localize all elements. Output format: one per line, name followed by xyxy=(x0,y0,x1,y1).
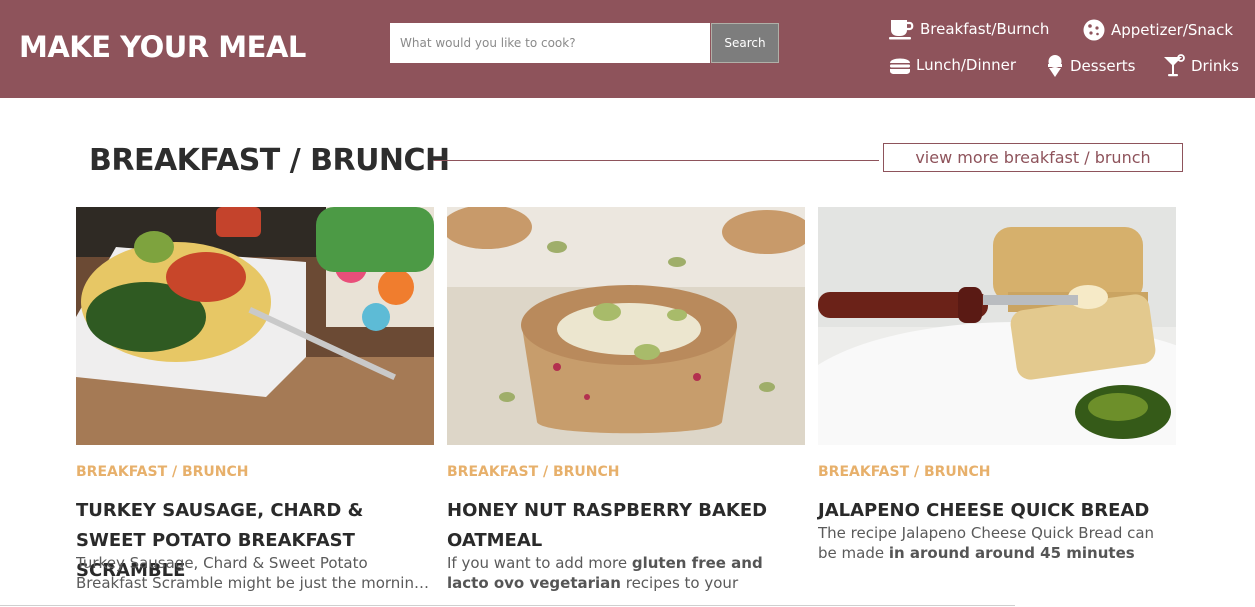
nav-item-desserts[interactable]: Desserts xyxy=(1045,54,1136,78)
recipe-card: BREAKFAST / BRUNCH HONEY NUT RASPBERRY B… xyxy=(447,207,805,607)
recipe-image-turkey-scramble[interactable] xyxy=(76,207,434,445)
nav-label-appetizer: Appetizer/Snack xyxy=(1111,21,1234,39)
coffee-cup-icon xyxy=(889,18,915,40)
nav-label-lunch: Lunch/Dinner xyxy=(916,56,1017,74)
nav-item-appetizer[interactable]: Appetizer/Snack xyxy=(1082,18,1233,42)
nav-label-drinks: Drinks xyxy=(1191,57,1239,75)
recipe-image-baked-oatmeal[interactable] xyxy=(447,207,805,445)
search-button[interactable]: Search xyxy=(711,23,779,63)
site-logo[interactable]: MAKE YOUR MEAL xyxy=(19,30,306,64)
card-description: The recipe Jalapeno Cheese Quick Bread c… xyxy=(818,524,1155,562)
cookie-icon xyxy=(1082,18,1106,42)
burger-icon xyxy=(889,54,911,76)
ice-cream-icon xyxy=(1045,54,1065,78)
cocktail-icon xyxy=(1162,54,1186,78)
card-category[interactable]: BREAKFAST / BRUNCH xyxy=(447,464,620,480)
card-category[interactable]: BREAKFAST / BRUNCH xyxy=(76,464,249,480)
title-divider xyxy=(434,160,879,161)
nav-label-desserts: Desserts xyxy=(1070,57,1136,75)
search-input[interactable] xyxy=(390,23,710,63)
card-category[interactable]: BREAKFAST / BRUNCH xyxy=(818,464,991,480)
site-header: MAKE YOUR MEAL Search Breakfast/Burnch A… xyxy=(0,0,1255,98)
card-title[interactable]: JALAPENO CHEESE QUICK BREAD xyxy=(818,496,1176,526)
nav-label-breakfast: Breakfast/Burnch xyxy=(920,20,1050,38)
view-more-link[interactable]: view more breakfast / brunch xyxy=(883,143,1183,172)
card-description: Turkey Sausage, Chard & Sweet Potato Bre… xyxy=(76,554,424,592)
recipe-card: BREAKFAST / BRUNCH JALAPENO CHEESE QUICK… xyxy=(818,207,1176,607)
nav-item-lunch[interactable]: Lunch/Dinner xyxy=(889,54,1016,76)
nav-item-breakfast[interactable]: Breakfast/Burnch xyxy=(889,18,1049,40)
bottom-divider xyxy=(0,605,1015,606)
recipe-image-jalapeno-bread[interactable] xyxy=(818,207,1176,445)
nav-item-drinks[interactable]: Drinks xyxy=(1162,54,1239,78)
card-description: If you want to add more gluten free and … xyxy=(447,554,763,592)
card-title[interactable]: HONEY NUT RASPBERRY BAKED OATMEAL xyxy=(447,496,805,556)
recipe-card: BREAKFAST / BRUNCH TURKEY SAUSAGE, CHARD… xyxy=(76,207,434,607)
section-title: BREAKFAST / BRUNCH xyxy=(89,143,450,178)
